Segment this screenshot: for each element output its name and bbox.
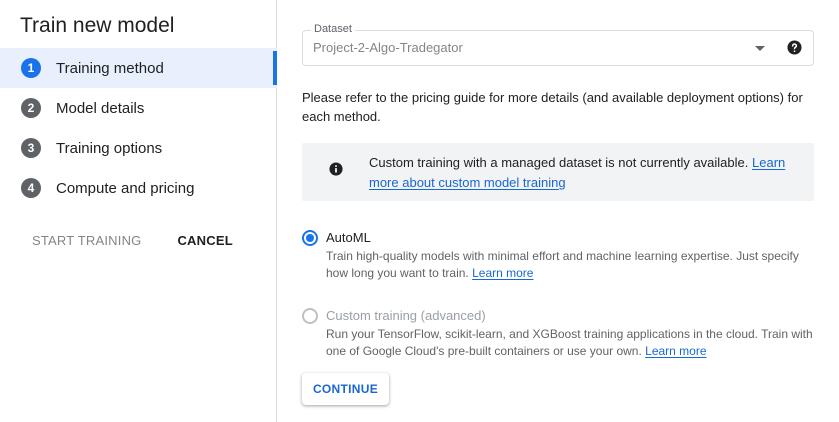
- cancel-button[interactable]: CANCEL: [177, 233, 232, 248]
- sidebar: Train new model 1 Training method 2 Mode…: [0, 0, 277, 422]
- start-training-button[interactable]: START TRAINING: [20, 231, 153, 250]
- automl-description-text: Train high-quality models with minimal e…: [326, 249, 799, 280]
- chevron-down-icon[interactable]: [755, 46, 765, 51]
- dataset-label: Dataset: [311, 23, 355, 35]
- custom-training-description: Run your TensorFlow, scikit-learn, and X…: [326, 326, 814, 360]
- automl-learn-more-link[interactable]: Learn more: [472, 266, 533, 280]
- step-number-badge: 4: [21, 178, 41, 198]
- stepper: 1 Training method 2 Model details 3 Trai…: [0, 48, 277, 208]
- step-label: Training method: [56, 59, 164, 77]
- step-model-details[interactable]: 2 Model details: [0, 88, 277, 128]
- step-training-method[interactable]: 1 Training method: [0, 48, 277, 88]
- dataset-select[interactable]: Dataset Project-2-Algo-Tradegator: [302, 23, 814, 66]
- continue-button[interactable]: CONTINUE: [302, 373, 389, 405]
- page-title: Train new model: [20, 14, 175, 37]
- step-number-badge: 2: [21, 98, 41, 118]
- step-label: Model details: [56, 99, 145, 117]
- step-number-badge: 1: [21, 58, 41, 78]
- automl-radio[interactable]: [302, 230, 318, 246]
- info-icon: [329, 162, 343, 176]
- step-compute-and-pricing[interactable]: 4 Compute and pricing: [0, 168, 277, 208]
- step-training-options[interactable]: 3 Training options: [0, 128, 277, 168]
- help-icon[interactable]: [787, 40, 802, 55]
- custom-training-title: Custom training (advanced): [326, 308, 486, 323]
- custom-training-description-text: Run your TensorFlow, scikit-learn, and X…: [326, 327, 813, 358]
- sidebar-actions: START TRAINING CANCEL: [20, 231, 233, 250]
- step-label: Compute and pricing: [56, 179, 195, 197]
- custom-training-learn-more-link[interactable]: Learn more: [645, 344, 706, 358]
- step-label: Training options: [56, 139, 163, 157]
- pricing-guide-text: Please refer to the pricing guide for mo…: [302, 90, 803, 124]
- automl-description: Train high-quality models with minimal e…: [326, 248, 814, 282]
- info-banner-message: Custom training with a managed dataset i…: [369, 155, 749, 170]
- automl-title: AutoML: [326, 230, 371, 245]
- custom-training-radio[interactable]: [302, 308, 318, 324]
- dataset-value: Project-2-Algo-Tradegator: [313, 40, 463, 55]
- info-banner-text: Custom training with a managed dataset i…: [369, 153, 799, 193]
- step-number-badge: 3: [21, 138, 41, 158]
- info-banner: Custom training with a managed dataset i…: [302, 143, 814, 201]
